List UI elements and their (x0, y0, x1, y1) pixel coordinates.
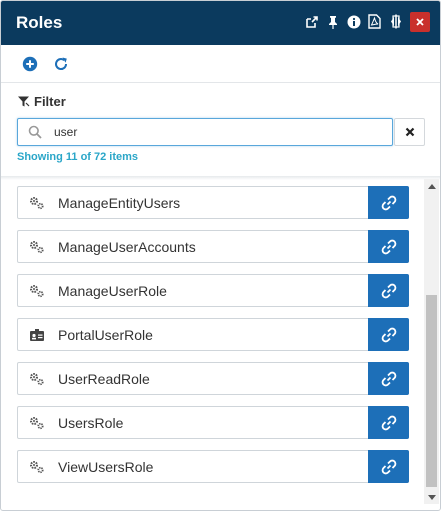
refresh-button[interactable] (52, 55, 70, 73)
scroll-down-arrow-icon[interactable] (424, 490, 439, 504)
cogs-icon (18, 407, 50, 438)
link-button[interactable] (368, 274, 409, 307)
pdf-icon[interactable] (364, 11, 385, 32)
list-item[interactable]: ManageEntityUsers (17, 186, 409, 219)
list-scrollbar[interactable] (424, 179, 439, 504)
scroll-thumb[interactable] (426, 295, 437, 487)
toolbar (1, 45, 440, 83)
resize-icon[interactable] (385, 11, 406, 32)
link-icon (381, 283, 396, 298)
role-name: UsersRole (58, 414, 124, 431)
link-icon (381, 239, 396, 254)
link-icon (381, 327, 396, 342)
list-item[interactable]: PortalUserRole (17, 318, 409, 351)
add-role-button[interactable] (21, 55, 39, 73)
link-icon (381, 459, 396, 474)
close-icon (416, 17, 424, 26)
search-input[interactable] (52, 120, 372, 144)
close-button[interactable] (410, 11, 430, 32)
link-icon (381, 415, 396, 430)
id-card-icon (18, 319, 50, 350)
roles-panel: Roles Filter user Showing 11 of 72 items… (0, 0, 441, 511)
panel-title: Roles (16, 13, 63, 32)
roles-list: ManageEntityUsers ManageUserAccounts Man… (1, 179, 440, 510)
cogs-icon (18, 451, 50, 482)
link-icon (381, 195, 396, 210)
filter-icon (18, 96, 30, 107)
results-count: Showing 11 of 72 items (17, 151, 139, 163)
info-icon[interactable] (343, 11, 364, 32)
link-button[interactable] (368, 450, 409, 483)
panel-header: Roles (1, 1, 440, 45)
role-name: PortalUserRole (58, 326, 153, 343)
search-icon (18, 119, 52, 145)
filter-header: Filter (17, 94, 66, 109)
link-button[interactable] (368, 230, 409, 263)
role-name: ManageUserAccounts (58, 238, 196, 255)
role-name: ViewUsersRole (58, 458, 154, 475)
popout-icon[interactable] (301, 11, 322, 32)
refresh-icon (55, 57, 68, 70)
role-name: ManageUserRole (58, 282, 167, 299)
scroll-up-arrow-icon[interactable] (424, 179, 439, 193)
filter-label: Filter (34, 94, 66, 109)
link-button[interactable] (368, 318, 409, 351)
list-item[interactable]: ViewUsersRole (17, 450, 409, 483)
header-actions (301, 11, 430, 32)
list-item[interactable]: ManageUserAccounts (17, 230, 409, 263)
add-circle-icon (22, 56, 38, 72)
cogs-icon (18, 231, 50, 262)
search-box (17, 118, 393, 146)
list-item[interactable]: UsersRole (17, 406, 409, 439)
clear-icon (405, 127, 414, 137)
cogs-icon (18, 363, 50, 394)
role-name: UserReadRole (58, 370, 150, 387)
list-item[interactable]: ManageUserRole (17, 274, 409, 307)
cogs-icon (18, 275, 50, 306)
link-button[interactable] (368, 406, 409, 439)
link-button[interactable] (368, 186, 409, 219)
pin-icon[interactable] (322, 11, 343, 32)
filter-section: Filter Showing 11 of 72 items (1, 84, 440, 176)
link-icon (381, 371, 396, 386)
clear-filter-button[interactable] (394, 118, 425, 146)
role-name: ManageEntityUsers (58, 194, 181, 211)
link-button[interactable] (368, 362, 409, 395)
list-item[interactable]: UserReadRole (17, 362, 409, 395)
cogs-icon (18, 187, 50, 218)
